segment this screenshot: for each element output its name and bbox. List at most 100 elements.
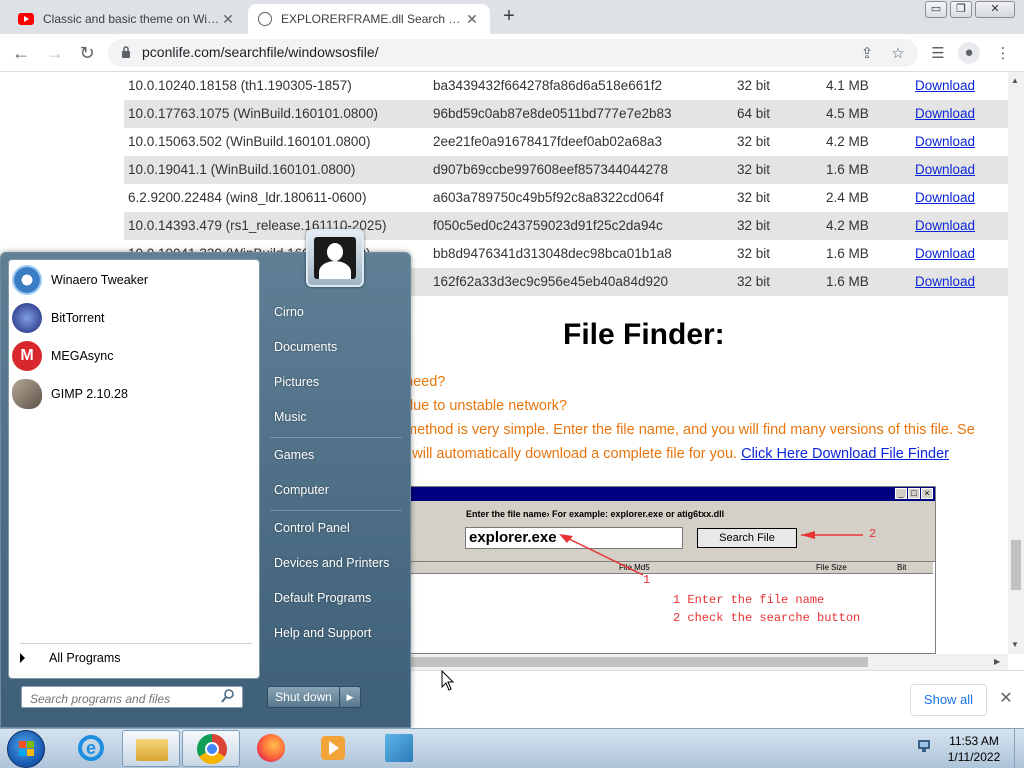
tab-close-icon[interactable]: ✕	[220, 11, 236, 28]
scroll-down-arrow-icon[interactable]: ▼	[1011, 640, 1019, 649]
bit-cell: 32 bit	[737, 190, 771, 205]
vertical-scroll-thumb[interactable]	[1011, 540, 1021, 590]
share-icon[interactable]: ⇪	[857, 44, 877, 62]
minimize-button[interactable]: ▭	[925, 1, 947, 18]
md5-cell: 96bd59c0ab87e8de0511bd777e7e2b83	[433, 106, 672, 121]
download-link[interactable]: Download	[915, 156, 975, 184]
start-link-user-folder[interactable]: Cirno	[274, 305, 304, 319]
network-tray-icon[interactable]	[917, 738, 931, 754]
back-arrow-icon[interactable]: ←	[10, 42, 32, 64]
start-link-documents[interactable]: Documents	[274, 340, 337, 354]
start-program-item[interactable]: Winaero Tweaker	[12, 263, 252, 297]
download-link[interactable]: Download	[915, 268, 975, 296]
forward-arrow-icon[interactable]: →	[44, 42, 66, 64]
download-link[interactable]: Download	[915, 212, 975, 240]
faq-line: due to unstable network?	[405, 398, 568, 414]
start-link-music[interactable]: Music	[274, 410, 307, 424]
download-link[interactable]: Download	[915, 128, 975, 156]
bit-cell: 64 bit	[737, 106, 771, 121]
profile-icon[interactable]: ●	[958, 42, 980, 64]
file-explorer-icon[interactable]	[122, 730, 180, 767]
start-search-input[interactable]	[21, 686, 243, 708]
start-program-item[interactable]: M MEGAsync	[12, 339, 252, 373]
start-link-computer[interactable]: Computer	[274, 483, 329, 497]
download-link[interactable]: Download	[915, 100, 975, 128]
scroll-right-arrow-icon[interactable]: ▶	[994, 657, 1000, 666]
bit-cell: 32 bit	[737, 162, 771, 177]
md5-cell: ba3439432f664278fa86d6a518e661f2	[433, 78, 662, 93]
md5-cell: bb8d9476341d313048dec98bca01b1a8	[433, 246, 672, 261]
version-cell: 10.0.19041.1 (WinBuild.160101.0800)	[128, 162, 356, 177]
tab-explorerframe[interactable]: EXPLORERFRAME.dll Search Resu ✕	[248, 4, 490, 34]
user-avatar[interactable]	[306, 229, 364, 287]
show-desktop-button[interactable]	[1014, 729, 1024, 768]
start-link-devices-printers[interactable]: Devices and Printers	[274, 556, 389, 570]
download-link[interactable]: Download	[915, 184, 975, 212]
download-link[interactable]: Download	[915, 240, 975, 268]
scroll-up-arrow-icon[interactable]: ▲	[1011, 76, 1019, 85]
table-row: 10.0.10240.18158 (th1.190305-1857) ba343…	[124, 72, 1008, 100]
globe-icon	[258, 12, 272, 26]
bittorrent-icon	[12, 303, 42, 333]
table-row: 10.0.17763.1075 (WinBuild.160101.0800) 9…	[124, 100, 1008, 128]
close-window-button[interactable]: ✕	[975, 1, 1015, 18]
program-label: GIMP 2.10.28	[51, 387, 128, 401]
reload-icon[interactable]: ↻	[76, 42, 98, 64]
shutdown-options-arrow-icon[interactable]: ▶	[340, 687, 360, 707]
size-cell: 1.6 MB	[826, 246, 869, 261]
internet-explorer-icon[interactable]: e	[62, 730, 120, 767]
size-cell: 1.6 MB	[826, 162, 869, 177]
program-label: Winaero Tweaker	[51, 273, 149, 287]
size-cell: 4.2 MB	[826, 134, 869, 149]
reading-list-icon[interactable]: ☰	[928, 44, 948, 62]
start-link-control-panel[interactable]: Control Panel	[274, 521, 350, 535]
url-text[interactable]: pconlife.com/searchfile/windowsosfile/	[142, 44, 379, 60]
download-link[interactable]: Download	[915, 72, 975, 100]
tab-youtube[interactable]: Classic and basic theme on Wind ✕	[8, 4, 246, 34]
download-file-finder-link[interactable]: Click Here Download File Finder	[741, 446, 949, 462]
bit-cell: 32 bit	[737, 274, 771, 289]
start-program-item[interactable]: BitTorrent	[12, 301, 252, 335]
bookmark-star-icon[interactable]: ☆	[888, 44, 908, 62]
chrome-icon[interactable]	[182, 730, 240, 767]
close-downloads-bar-icon[interactable]: ✕	[998, 688, 1014, 708]
menu-kebab-icon[interactable]: ⋮	[993, 44, 1013, 62]
file-finder-screenshot: _ □ × Enter the file name› For example: …	[410, 486, 936, 654]
annotation-arrows	[559, 531, 863, 576]
annotation-number: 1	[643, 573, 651, 587]
bit-cell: 32 bit	[737, 246, 771, 261]
tab-title: EXPLORERFRAME.dll Search Resu	[281, 12, 464, 26]
start-program-item[interactable]: GIMP 2.10.28	[12, 377, 252, 411]
size-cell: 2.4 MB	[826, 190, 869, 205]
winaero-icon	[12, 265, 42, 295]
start-orb[interactable]	[7, 730, 45, 768]
start-link-help-support[interactable]: Help and Support	[274, 626, 371, 640]
all-programs-button[interactable]: All Programs	[20, 644, 255, 672]
taskbar-clock[interactable]: 11:53 AM 1/11/2022	[938, 733, 1010, 765]
bit-cell: 32 bit	[737, 134, 771, 149]
shutdown-label[interactable]: Shut down	[268, 687, 340, 707]
show-all-downloads-button[interactable]: Show all	[910, 684, 987, 716]
program-label: MEGAsync	[51, 349, 114, 363]
restore-button[interactable]: ❐	[950, 1, 972, 18]
new-tab-button[interactable]: +	[497, 6, 521, 28]
shutdown-button[interactable]: Shut down ▶	[267, 686, 361, 708]
version-cell: 10.0.10240.18158 (th1.190305-1857)	[128, 78, 352, 93]
table-row: 10.0.15063.502 (WinBuild.160101.0800) 2e…	[124, 128, 1008, 156]
lock-icon[interactable]	[121, 45, 131, 59]
arrow-right-icon	[20, 653, 25, 663]
media-player-icon[interactable]	[302, 730, 360, 767]
start-link-default-programs[interactable]: Default Programs	[274, 591, 371, 605]
start-link-games[interactable]: Games	[274, 448, 314, 462]
md5-cell: a603a789750c49b5f92c8a8322cd064f	[433, 190, 664, 205]
all-programs-label: All Programs	[49, 651, 121, 665]
md5-cell: 2ee21fe0a91678417fdeef0ab02a68a3	[433, 134, 662, 149]
gimp-icon	[12, 379, 42, 409]
taskbar-app-icon[interactable]	[370, 730, 428, 767]
firefox-icon[interactable]	[242, 730, 300, 767]
search-icon	[221, 689, 234, 703]
clock-date: 1/11/2022	[947, 750, 1001, 764]
start-link-pictures[interactable]: Pictures	[274, 375, 319, 389]
horizontal-scroll-thumb[interactable]	[410, 657, 868, 667]
tab-close-icon[interactable]: ✕	[464, 11, 480, 28]
